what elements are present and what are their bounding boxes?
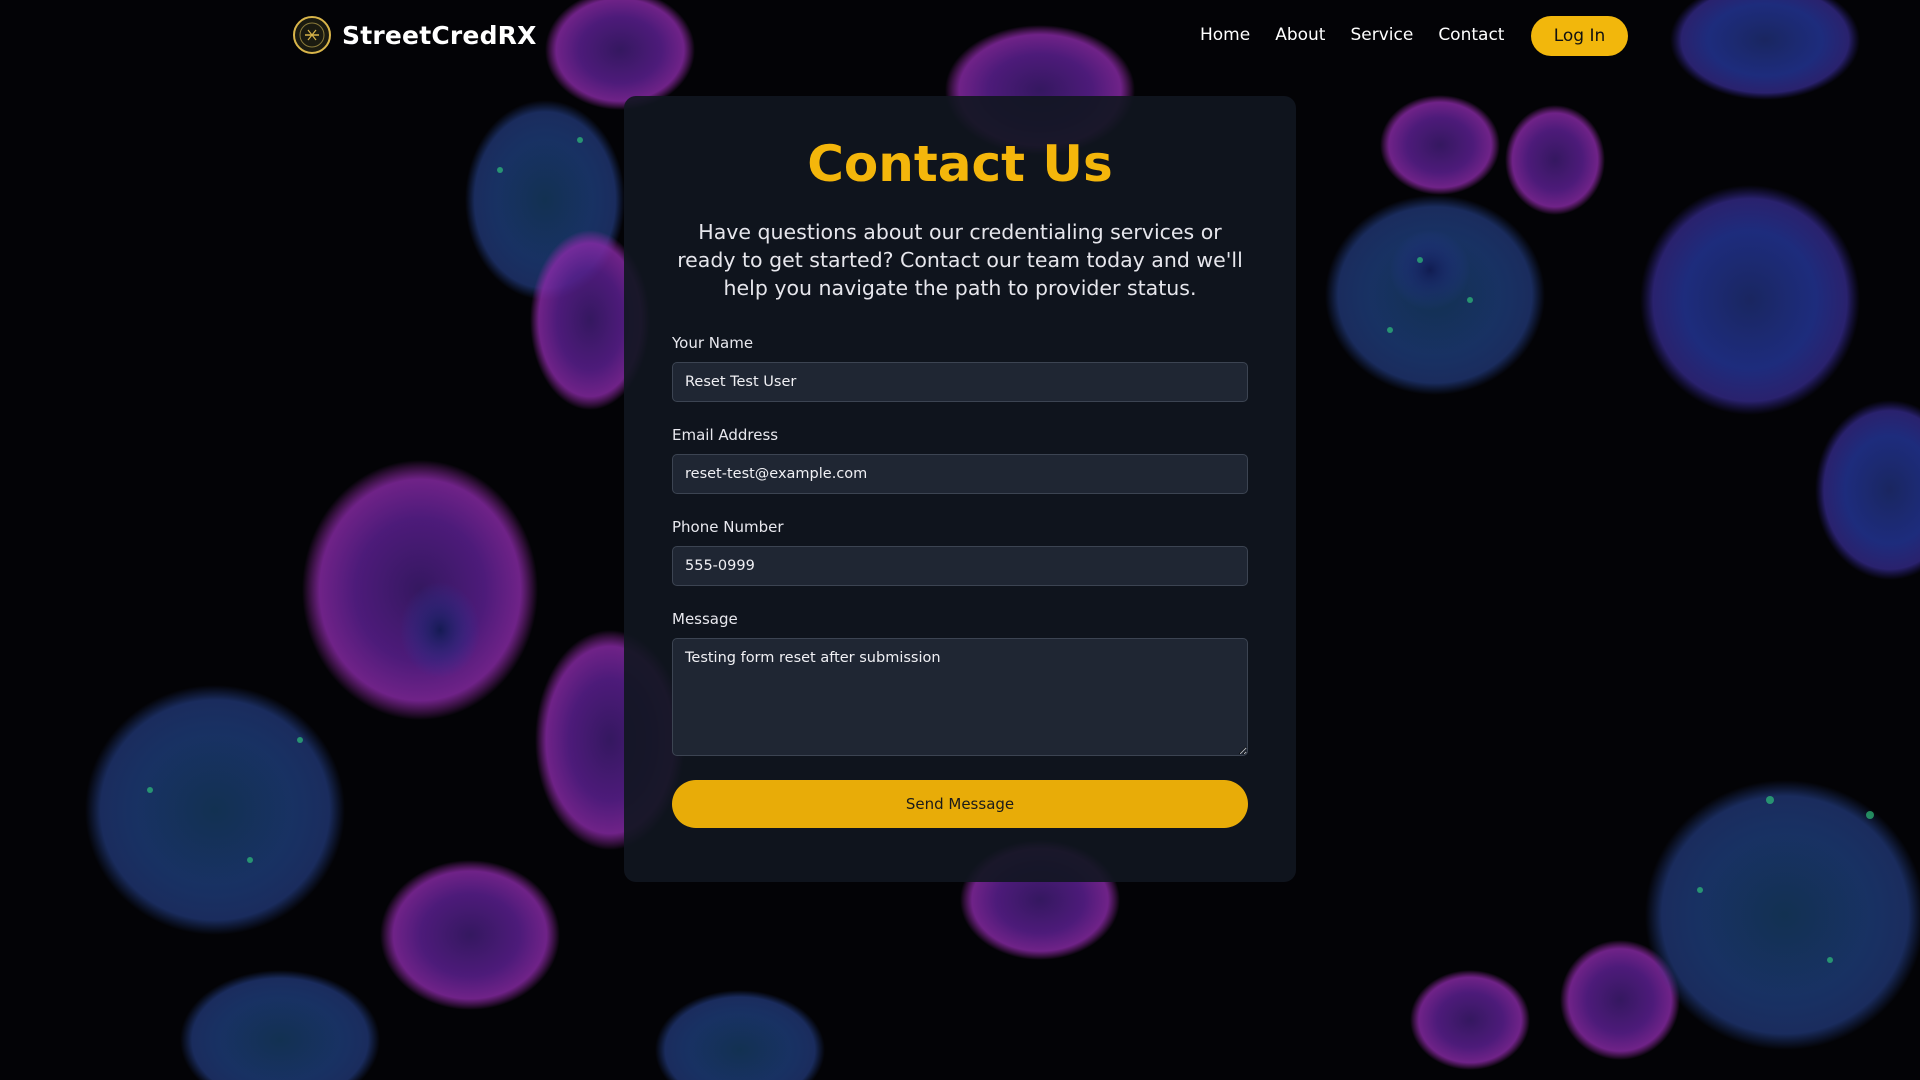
message-textarea[interactable]: Testing form reset after submission	[672, 638, 1248, 756]
nav-about-link[interactable]: About	[1275, 25, 1325, 45]
name-label: Your Name	[672, 334, 754, 352]
send-message-button[interactable]: Send Message	[672, 780, 1248, 828]
name-field-group: Your Name	[672, 334, 1248, 402]
nav-home-link[interactable]: Home	[1200, 25, 1250, 45]
name-input[interactable]	[672, 362, 1248, 402]
message-label: Message	[672, 610, 738, 628]
phone-label: Phone Number	[672, 518, 784, 536]
message-field-group: Message Testing form reset after submiss…	[672, 610, 1248, 760]
crosshair-logo-icon	[293, 16, 331, 54]
brand-name: StreetCredRX	[342, 20, 537, 50]
email-input[interactable]	[672, 454, 1248, 494]
contact-card: Contact Us Have questions about our cred…	[624, 96, 1296, 882]
site-header: StreetCredRX Home About Service Contact …	[0, 0, 1920, 70]
phone-field-group: Phone Number	[672, 518, 1248, 586]
phone-input[interactable]	[672, 546, 1248, 586]
nav-service-link[interactable]: Service	[1350, 25, 1413, 45]
contact-form: Your Name Email Address Phone Number Mes…	[672, 334, 1248, 828]
intro-text: Have questions about our credentialing s…	[677, 220, 1243, 300]
main-nav: Home About Service Contact	[1200, 15, 1529, 55]
brand-link[interactable]: StreetCredRX	[292, 15, 537, 55]
email-field-group: Email Address	[672, 426, 1248, 494]
page-title: Contact Us	[807, 135, 1113, 193]
login-button[interactable]: Log In	[1531, 16, 1628, 56]
nav-contact-link[interactable]: Contact	[1438, 25, 1504, 45]
email-label: Email Address	[672, 426, 779, 444]
